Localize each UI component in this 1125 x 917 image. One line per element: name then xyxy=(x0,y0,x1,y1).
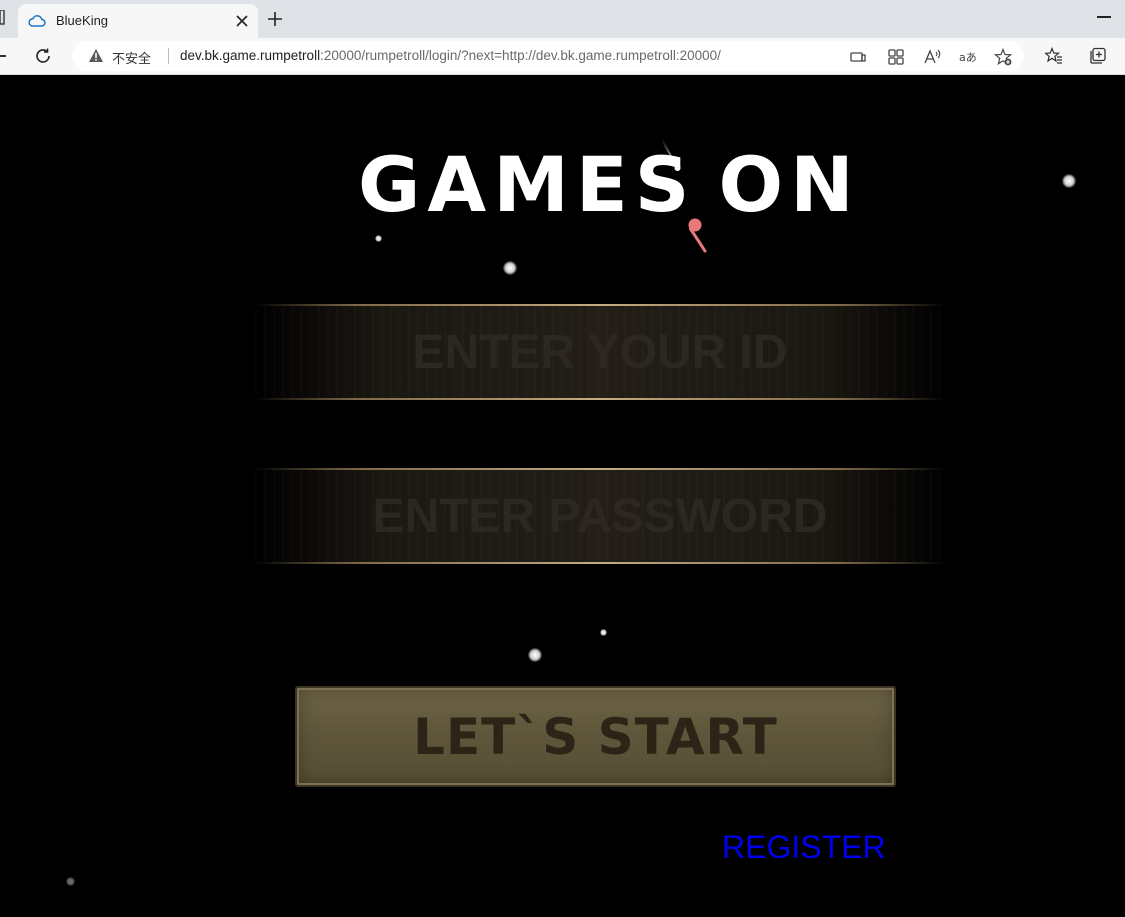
close-icon[interactable] xyxy=(235,14,249,28)
tab-strip: BlueKing xyxy=(0,0,1125,38)
logo-text-games: GAMES xyxy=(358,140,697,229)
read-aloud-icon[interactable] xyxy=(923,48,941,66)
star-particle xyxy=(503,261,517,275)
url-text[interactable]: dev.bk.game.rumpetroll:20000/rumpetroll/… xyxy=(180,48,721,63)
cloud-icon xyxy=(28,15,46,27)
reload-icon[interactable] xyxy=(33,46,53,66)
comet-icon xyxy=(661,139,681,171)
password-placeholder: ENTER PASSWORD xyxy=(372,489,828,543)
id-input[interactable]: ENTER YOUR ID xyxy=(255,304,945,400)
tadpole-icon xyxy=(688,218,707,253)
start-button-label: LET`S START xyxy=(413,707,778,766)
star-particle xyxy=(375,235,382,242)
password-input[interactable]: ENTER PASSWORD xyxy=(255,468,945,564)
logo-text-on: ON xyxy=(718,140,861,229)
start-button[interactable]: LET`S START xyxy=(295,686,896,787)
warning-icon[interactable] xyxy=(88,48,104,63)
star-particle xyxy=(1062,174,1076,188)
apps-icon[interactable] xyxy=(887,48,905,66)
tab-edge xyxy=(0,10,5,25)
star-particle xyxy=(528,648,542,662)
games-on-logo: GAMES ON xyxy=(358,147,861,223)
game-login-page: GAMES ON ENTER YOUR ID ENTER PASSWORD LE… xyxy=(0,75,1125,917)
star-particle xyxy=(600,629,607,636)
minimize-icon[interactable] xyxy=(1097,16,1111,18)
translate-icon[interactable]: aあ xyxy=(958,48,976,66)
star-particle xyxy=(66,877,75,886)
address-bar[interactable]: 不安全 dev.bk.game.rumpetroll:20000/rumpetr… xyxy=(72,41,1024,71)
id-placeholder: ENTER YOUR ID xyxy=(412,325,788,379)
url-path: :20000/rumpetroll/login/?next=http://dev… xyxy=(320,48,721,63)
browser-window: BlueKing 不安全 dev.bk.game.rumpetroll:2000… xyxy=(0,0,1125,917)
collections-icon[interactable] xyxy=(1089,47,1107,65)
tab-title: BlueKing xyxy=(56,13,109,28)
favorites-icon[interactable] xyxy=(1045,47,1063,65)
browser-toolbar: 不安全 dev.bk.game.rumpetroll:20000/rumpetr… xyxy=(0,38,1125,75)
plus-icon[interactable] xyxy=(267,11,283,27)
register-link[interactable]: REGISTER xyxy=(722,829,886,866)
tab-blueking[interactable]: BlueKing xyxy=(18,4,258,38)
url-host: dev.bk.game.rumpetroll xyxy=(180,48,321,63)
back-icon[interactable] xyxy=(0,55,6,57)
devices-icon[interactable] xyxy=(849,48,867,66)
address-separator xyxy=(168,48,169,64)
svg-text:aあ: aあ xyxy=(959,51,976,64)
add-favorite-icon[interactable] xyxy=(994,48,1012,66)
security-label[interactable]: 不安全 xyxy=(112,48,151,67)
